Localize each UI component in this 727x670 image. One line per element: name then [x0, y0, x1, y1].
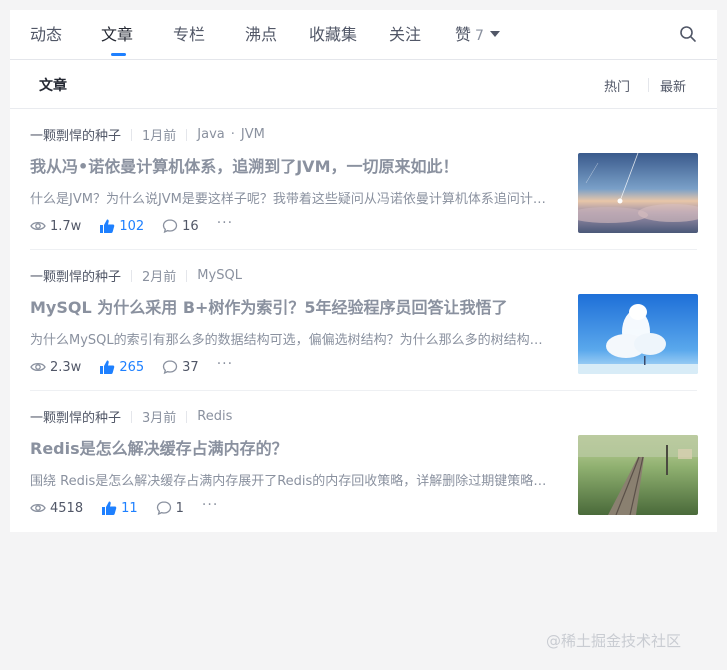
tag-separator: · [230, 127, 235, 142]
tab-likes-count: 7 [475, 28, 484, 44]
more-button[interactable]: ··· [217, 356, 233, 372]
comment-button[interactable]: 1 [156, 500, 184, 516]
tab-likes-label: 赞 [455, 25, 472, 44]
author-name[interactable]: 一颗剽悍的种子 [30, 407, 121, 426]
eye-icon [30, 221, 46, 231]
article-meta: 一颗剽悍的种子 3月前 Redis [30, 407, 232, 426]
tab-collections[interactable]: 收藏集 [309, 24, 357, 46]
profile-tabbar: 动态 文章 专栏 沸点 收藏集 关注 赞7 [10, 10, 717, 60]
article-abstract: 围绕 Redis是怎么解决缓存占满内存展开了Redis的内存回收策略，详解删除过… [30, 474, 555, 489]
like-button[interactable]: 265 [99, 359, 144, 375]
tab-articles[interactable]: 文章 [101, 24, 133, 46]
like-button[interactable]: 11 [101, 500, 138, 516]
article-title[interactable]: MySQL 为什么采用 B+树作为索引？5年经验程序员回答让我悟了 [30, 294, 570, 318]
thumbs-up-icon [100, 219, 115, 233]
article-thumbnail[interactable] [578, 294, 698, 374]
meta-divider [131, 410, 133, 423]
tab-columns[interactable]: 专栏 [173, 24, 205, 46]
article-tag[interactable]: JVM [241, 127, 265, 142]
meta-divider [131, 269, 133, 282]
sort-new-button[interactable]: 最新 [660, 76, 686, 95]
views-count: 2.3w [50, 359, 82, 375]
article-item[interactable]: 一颗剽悍的种子 3月前 Redis Redis是怎么解决缓存占满内存的？ 围绕 … [10, 391, 717, 532]
meta-divider [131, 128, 133, 141]
article-meta: 一颗剽悍的种子 1月前 Java · JVM [30, 125, 265, 144]
chevron-down-icon [489, 30, 500, 37]
comment-icon [156, 501, 171, 516]
meta-divider [186, 128, 188, 141]
article-actions: 4518 11 1 ··· [30, 497, 218, 516]
article-tag[interactable]: Java [197, 127, 224, 142]
comment-button[interactable]: 16 [162, 218, 199, 234]
railway-field-image [578, 435, 698, 515]
watermark: @稀土掘金技术社区 [546, 632, 682, 650]
comments-count: 16 [182, 218, 199, 234]
author-name[interactable]: 一颗剽悍的种子 [30, 125, 121, 144]
meta-divider [186, 269, 188, 282]
views-stat: 1.7w [30, 218, 81, 234]
views-stat: 2.3w [30, 359, 81, 375]
article-tag[interactable]: Redis [197, 409, 232, 424]
publish-time: 3月前 [142, 411, 177, 426]
author-name[interactable]: 一颗剽悍的种子 [30, 266, 121, 285]
eye-icon [30, 362, 46, 372]
tab-following[interactable]: 关注 [389, 24, 421, 46]
profile-content-panel: 动态 文章 专栏 沸点 收藏集 关注 赞7 文章 热门 最新 一颗剽悍的种子 1… [10, 10, 717, 532]
list-title: 文章 [39, 78, 67, 94]
sort-hot-button[interactable]: 热门 [604, 76, 630, 95]
tab-activity[interactable]: 动态 [30, 24, 62, 46]
search-icon [680, 26, 696, 42]
article-thumbnail[interactable] [578, 153, 698, 233]
article-actions: 1.7w 102 16 ··· [30, 215, 233, 234]
tab-likes[interactable]: 赞7 [455, 24, 500, 47]
comments-count: 37 [182, 359, 199, 375]
more-button[interactable]: ··· [202, 497, 218, 513]
article-abstract: 什么是JVM？为什么说JVM是要这样子呢？我带着这些疑问从冯诺依曼计算机体系追问… [30, 192, 555, 207]
publish-time: 2月前 [142, 270, 177, 285]
tab-pins[interactable]: 沸点 [245, 24, 277, 46]
eye-icon [30, 503, 46, 513]
article-actions: 2.3w 265 37 ··· [30, 356, 233, 375]
views-count: 1.7w [50, 218, 82, 234]
more-button[interactable]: ··· [217, 215, 233, 231]
likes-count: 102 [119, 218, 145, 234]
thumbs-up-icon [100, 360, 115, 374]
article-tag[interactable]: MySQL [197, 268, 242, 283]
active-tab-indicator [111, 53, 126, 56]
article-title[interactable]: 我从冯•诺依曼计算机体系，追溯到了JVM，一切原来如此！ [30, 153, 570, 177]
likes-count: 265 [119, 359, 145, 375]
views-stat: 4518 [30, 500, 83, 516]
meta-divider [186, 410, 188, 423]
search-button[interactable] [679, 25, 697, 43]
thumbs-up-icon [102, 501, 117, 515]
article-thumbnail[interactable] [578, 435, 698, 515]
likes-count: 11 [121, 500, 138, 516]
article-list-header: 文章 热门 最新 [10, 60, 717, 109]
article-meta: 一颗剽悍的种子 2月前 MySQL [30, 266, 242, 285]
article-title[interactable]: Redis是怎么解决缓存占满内存的？ [30, 435, 570, 459]
sky-star-sunset-image [578, 153, 698, 233]
views-count: 4518 [50, 500, 84, 516]
comment-icon [162, 360, 178, 375]
comment-icon [162, 219, 178, 234]
article-item[interactable]: 一颗剽悍的种子 1月前 Java · JVM 我从冯•诺依曼计算机体系，追溯到了… [10, 109, 717, 250]
like-button[interactable]: 102 [99, 218, 144, 234]
comments-count: 1 [175, 500, 184, 516]
article-item[interactable]: 一颗剽悍的种子 2月前 MySQL MySQL 为什么采用 B+树作为索引？5年… [10, 250, 717, 391]
sort-divider [648, 78, 649, 92]
article-abstract: 为什么MySQL的索引有那么多的数据结构可选，偏偏选树结构？为什么那么多的树结构… [30, 333, 555, 348]
blue-sky-clouds-image [578, 294, 698, 374]
comment-button[interactable]: 37 [162, 359, 199, 375]
publish-time: 1月前 [142, 129, 177, 144]
